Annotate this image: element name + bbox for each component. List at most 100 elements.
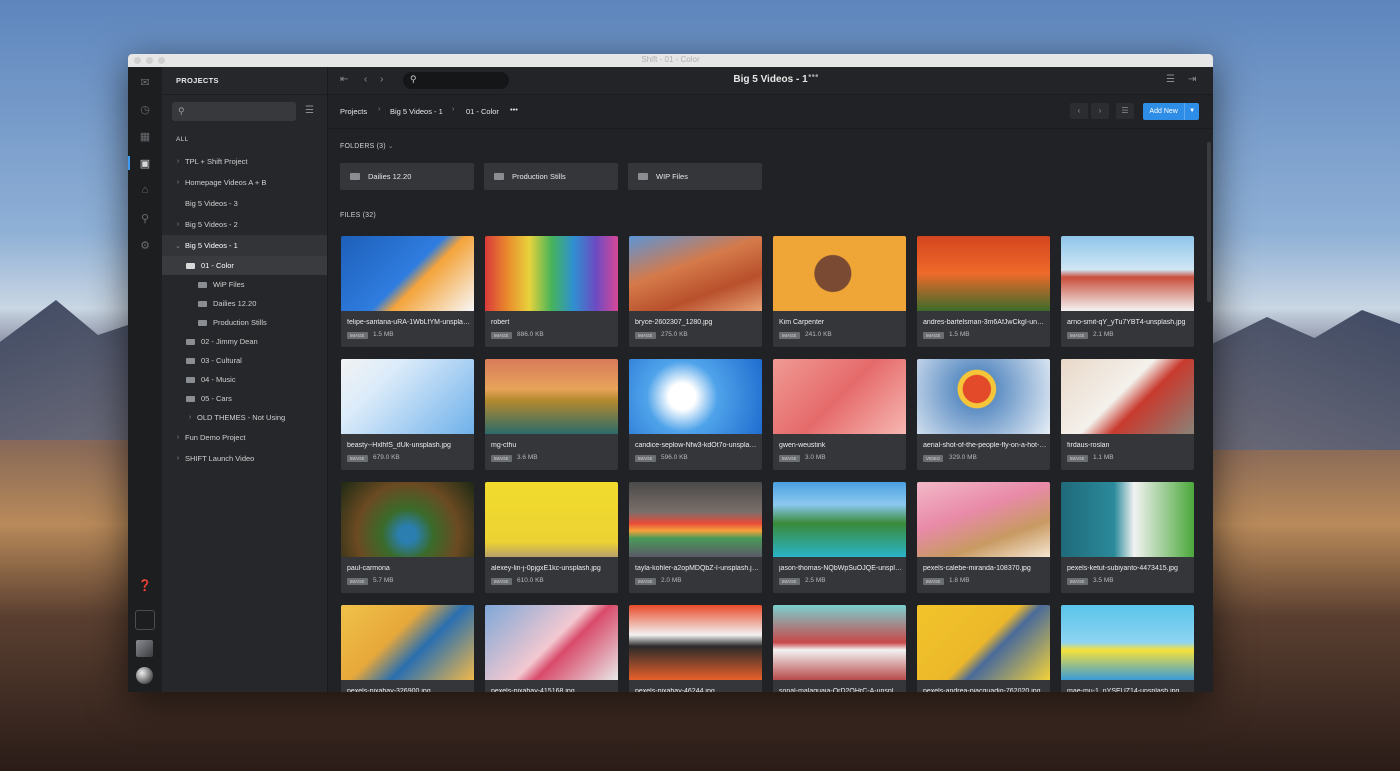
file-card[interactable]: pexels-andrea-piacquadio-762020.jpgIMAGE — [917, 605, 1050, 692]
chevron-down-icon[interactable]: ▼ — [1184, 103, 1199, 120]
chevron-right-icon[interactable]: › — [174, 434, 182, 441]
file-card[interactable]: Kim Carpenter IMAGE 241.0 KB — [773, 236, 906, 347]
file-thumbnail[interactable] — [341, 359, 474, 434]
sidebar-item[interactable]: Production Stills — [162, 313, 327, 332]
sidebar-item[interactable]: › SHIFT Launch Video — [162, 448, 327, 469]
file-thumbnail[interactable] — [773, 605, 906, 680]
chevron-right-icon[interactable]: › — [174, 179, 182, 186]
sidebar-item[interactable]: 04 - Music — [162, 370, 327, 389]
projects-icon[interactable]: ▣ — [139, 157, 151, 170]
grid-icon[interactable]: ▦ — [139, 130, 151, 143]
sidebar-item[interactable]: 03 - Cultural — [162, 351, 327, 370]
file-card[interactable]: alexey-lin-j-0pjgxE1kc-unsplash.jpg IMAGE… — [485, 482, 618, 593]
workspace-placeholder[interactable] — [135, 610, 155, 630]
panel-toggle-icon[interactable]: ⇥ — [1188, 74, 1196, 85]
inbox-icon[interactable]: ✉ — [139, 76, 151, 89]
filter-button[interactable]: ☰ — [1116, 103, 1134, 119]
sidebar-item[interactable]: Big 5 Videos - 3 — [162, 193, 327, 214]
file-card[interactable]: arno-smit-qY_yTu7YBT4-unsplash.jpg IMAGE 2… — [1061, 236, 1194, 347]
title-more-button[interactable]: ••• — [808, 71, 819, 82]
sidebar-item[interactable]: › TPL + Shift Project — [162, 151, 327, 172]
workspace-thumbnail[interactable] — [136, 640, 153, 657]
sidebar-item[interactable]: 01 - Color — [162, 256, 327, 275]
file-thumbnail[interactable] — [485, 605, 618, 680]
chevron-right-icon[interactable]: › — [186, 414, 194, 421]
settings-icon[interactable]: ⚙ — [139, 239, 151, 252]
breadcrumb-current[interactable]: 01 - Color — [466, 107, 499, 116]
file-card[interactable]: beasty--HxlhfS_dUk-unsplash.jpg IMAGE 679.… — [341, 359, 474, 470]
file-card[interactable]: firdaus-roslan IMAGE 1.1 MB — [1061, 359, 1194, 470]
list-view-icon[interactable]: ☰ — [1166, 74, 1175, 85]
file-thumbnail[interactable] — [629, 359, 762, 434]
help-icon[interactable]: ❓ — [138, 579, 152, 592]
file-card[interactable]: pexels-calebe-miranda-108370.jpg IMAGE 1.8… — [917, 482, 1050, 593]
file-card[interactable]: jason-thomas-NQbWpSuOJQE-unsplash.jpg IMA… — [773, 482, 906, 593]
chevron-down-icon[interactable]: ⌄ — [174, 242, 182, 250]
chevron-right-icon[interactable]: › — [174, 455, 182, 462]
file-card[interactable]: pexels-ketut-subiyanto-4473415.jpg IMAGE 3… — [1061, 482, 1194, 593]
file-thumbnail[interactable] — [341, 605, 474, 680]
chevron-right-icon[interactable]: › — [174, 158, 182, 165]
home-icon[interactable]: ⌂ — [139, 184, 151, 196]
file-thumbnail[interactable] — [773, 482, 906, 557]
file-card[interactable]: pexels-pixabay-326900.jpgIMAGE — [341, 605, 474, 692]
file-thumbnail[interactable] — [341, 482, 474, 557]
folder-card[interactable]: WIP Files — [628, 163, 762, 190]
sidebar-item[interactable]: › OLD THEMES - Not Using — [162, 408, 327, 427]
file-thumbnail[interactable] — [773, 359, 906, 434]
file-thumbnail[interactable] — [917, 359, 1050, 434]
breadcrumb-project[interactable]: Big 5 Videos - 1 — [390, 107, 443, 116]
file-thumbnail[interactable] — [485, 236, 618, 311]
folder-card[interactable]: Production Stills — [484, 163, 618, 190]
file-thumbnail[interactable] — [917, 605, 1050, 680]
avatar[interactable] — [136, 667, 153, 684]
file-thumbnail[interactable] — [1061, 605, 1194, 680]
chevron-right-icon[interactable]: › — [174, 221, 182, 228]
sidebar-search-input[interactable]: ⚲ — [172, 102, 296, 121]
filter-icon[interactable]: ☰ — [305, 105, 314, 116]
file-thumbnail[interactable] — [1061, 482, 1194, 557]
file-card[interactable]: candice-seplow-Nfw3-kdOt7o-unsplash.jpg I… — [629, 359, 762, 470]
sidebar-item[interactable]: › Homepage Videos A + B — [162, 172, 327, 193]
sidebar-item[interactable]: 02 - Jimmy Dean — [162, 332, 327, 351]
prev-button[interactable]: ‹ — [1070, 103, 1088, 119]
scrollbar[interactable] — [1207, 142, 1211, 302]
folders-heading[interactable]: FOLDERS (3) ⌄ — [340, 142, 394, 150]
search-icon[interactable]: ⚲ — [139, 212, 151, 225]
file-card[interactable]: gwen-weustink IMAGE 3.0 MB — [773, 359, 906, 470]
file-thumbnail[interactable] — [917, 482, 1050, 557]
file-thumbnail[interactable] — [1061, 359, 1194, 434]
file-card[interactable]: aerial-shot-of-the-people-fly-on-a-hot-a… — [917, 359, 1050, 470]
sidebar-item[interactable]: ⌄ Big 5 Videos - 1 — [162, 235, 327, 256]
file-card[interactable]: tayla-kohler-a2opMDQbZ-I-unsplash.jpg IMA… — [629, 482, 762, 593]
file-thumbnail[interactable] — [1061, 236, 1194, 311]
file-thumbnail[interactable] — [629, 482, 762, 557]
sidebar-item[interactable]: 05 - Cars — [162, 389, 327, 408]
sidebar-item[interactable]: Dailies 12.20 — [162, 294, 327, 313]
file-card[interactable]: mg-cthu IMAGE 3.6 MB — [485, 359, 618, 470]
file-card[interactable]: sonal-malaquaia-OrD2QHrC-A-unsplash.jpgI… — [773, 605, 906, 692]
file-card[interactable]: robert IMAGE 886.0 KB — [485, 236, 618, 347]
sidebar-item[interactable]: WiP Files — [162, 275, 327, 294]
file-thumbnail[interactable] — [629, 236, 762, 311]
breadcrumb-projects[interactable]: Projects — [340, 107, 367, 116]
file-card[interactable]: mae-mu-1_nYSEUZ14-unsplash.jpgIMAGE — [1061, 605, 1194, 692]
file-card[interactable]: pexels-pixabay-415168.jpgIMAGE — [485, 605, 618, 692]
sidebar-item[interactable]: › Big 5 Videos - 2 — [162, 214, 327, 235]
file-card[interactable]: pexels-pixabay-46244.jpgIMAGE — [629, 605, 762, 692]
file-thumbnail[interactable] — [485, 359, 618, 434]
file-thumbnail[interactable] — [917, 236, 1050, 311]
file-card[interactable]: bryce-2602307_1280.jpg IMAGE 275.0 KB — [629, 236, 762, 347]
next-button[interactable]: › — [1091, 103, 1109, 119]
clock-icon[interactable]: ◷ — [139, 103, 151, 116]
file-thumbnail[interactable] — [773, 236, 906, 311]
file-card[interactable]: andres-bartelsman-3m6AfJwCkgI-unsplash.j… — [917, 236, 1050, 347]
add-new-button[interactable]: Add New ▼ — [1143, 103, 1199, 120]
file-card[interactable]: paul-carmona IMAGE 5.7 MB — [341, 482, 474, 593]
folder-card[interactable]: Dailies 12.20 — [340, 163, 474, 190]
file-thumbnail[interactable] — [341, 236, 474, 311]
file-card[interactable]: felipe-santana-uRA-1WbLfYM-unsplash.jpg I… — [341, 236, 474, 347]
file-thumbnail[interactable] — [485, 482, 618, 557]
breadcrumb-more-button[interactable]: ••• — [510, 105, 518, 114]
sidebar-item[interactable]: › Fun Demo Project — [162, 427, 327, 448]
